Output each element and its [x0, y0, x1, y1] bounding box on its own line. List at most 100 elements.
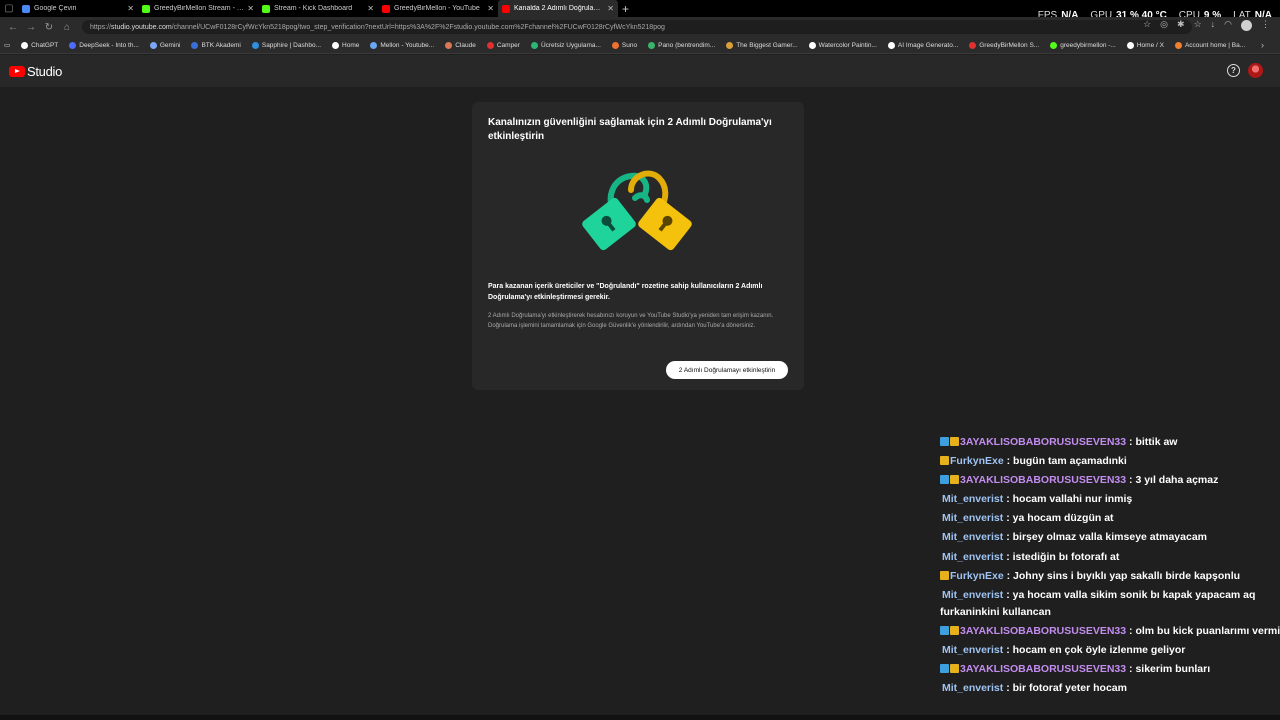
chat-text: hocam vallahi nur inmiş: [1012, 493, 1133, 506]
bookmark-item[interactable]: Home: [332, 41, 359, 49]
bookmark-label: DeepSeek - Into th...: [79, 41, 139, 49]
bookmark-favicon-icon: [191, 41, 199, 49]
browser-tab-active[interactable]: Kanalda 2 Adımlı Doğrulama - You✕: [498, 0, 618, 17]
tab-favicon-icon: [382, 4, 390, 13]
download-icon[interactable]: ↓: [1211, 19, 1216, 31]
tab-close-icon[interactable]: ✕: [487, 4, 494, 13]
youtube-studio-logo[interactable]: Studio: [9, 64, 62, 79]
bookmark-item[interactable]: ChatGPT: [21, 41, 58, 49]
bookmark-item[interactable]: Mellon - Youtube...: [370, 41, 434, 49]
tab-close-icon[interactable]: ✕: [367, 4, 374, 13]
bookmark-item[interactable]: The Biggest Gamer...: [726, 41, 798, 49]
home-icon[interactable]: ⌂: [58, 18, 76, 36]
chat-username[interactable]: Mit_enverist: [942, 644, 1003, 656]
bookmark-label: Gemini: [159, 41, 181, 49]
bookmarks-folder-icon[interactable]: ▭: [4, 41, 10, 49]
url-input[interactable]: https://studio.youtube.com/channel/UCwF0…: [82, 20, 1192, 34]
bookmark-item[interactable]: Camper: [486, 41, 520, 49]
bookmark-item[interactable]: Ücretsiz Uygulama...: [530, 41, 601, 49]
bookmark-star-icon[interactable]: ☆: [1143, 19, 1151, 31]
chat-username[interactable]: Mit_enverist: [942, 531, 1003, 543]
bookmark-item[interactable]: BTK Akademi: [191, 41, 241, 49]
bookmark-item[interactable]: GreedyBirMellon S...: [969, 41, 1039, 49]
browser-tab[interactable]: GreedyBirMellon Stream - Watch Li✕: [138, 0, 258, 17]
help-icon[interactable]: ?: [1227, 64, 1240, 77]
bookmark-item[interactable]: Suno: [611, 41, 637, 49]
bookmark-item[interactable]: Watercolor Paintin...: [808, 41, 877, 49]
chat-username[interactable]: Mit_enverist: [942, 493, 1003, 505]
extension-icon[interactable]: ◎: [1160, 19, 1168, 31]
back-icon[interactable]: ←: [4, 18, 22, 36]
bookmark-item[interactable]: Account home | Ba...: [1174, 41, 1245, 49]
browser-toolbar-right: ☆ ◎ ✱ ☆ ↓ ◠ ⋮: [1143, 19, 1270, 31]
chat-separator: :: [1003, 643, 1013, 656]
address-bar: ← → ↻ ⌂ https://studio.youtube.com/chann…: [0, 17, 1280, 37]
url-prefix: https://: [90, 23, 112, 31]
chat-username[interactable]: Mit_enverist: [942, 682, 1003, 694]
bookmark-item[interactable]: Pano (bentrendim...: [648, 41, 715, 49]
chat-username[interactable]: 3AYAKLISOBABORUSUSEVEN33: [960, 625, 1126, 637]
crown-badge-icon: [940, 456, 949, 466]
bookmark-favicon-icon: [887, 41, 895, 49]
bookmark-favicon-icon: [1050, 41, 1058, 49]
more-menu-icon[interactable]: ⋮: [1261, 19, 1270, 31]
chat-text: olm bu kick puanlarımı vermiyo: [1135, 624, 1280, 637]
chat-username[interactable]: 3AYAKLISOBABORUSUSEVEN33: [960, 436, 1126, 448]
favorites-icon[interactable]: ☆: [1194, 19, 1202, 31]
bookmark-item[interactable]: greedybirmellon -...: [1050, 41, 1116, 49]
bookmark-item[interactable]: Gemini: [149, 41, 181, 49]
bookmark-item[interactable]: AI Image Generato...: [887, 41, 958, 49]
chat-separator: :: [1003, 569, 1014, 582]
chat-text: Johny sins i bıyıklı yap sakallı birde k…: [1013, 569, 1241, 582]
browser-tab[interactable]: Stream - Kick Dashboard ✕: [258, 0, 378, 17]
bookmark-item[interactable]: Sapphire | Dashbo...: [251, 41, 321, 49]
bookmarks-more-icon[interactable]: ›: [1261, 40, 1264, 50]
chat-username[interactable]: Mit_enverist: [942, 512, 1003, 524]
tab-close-icon[interactable]: ✕: [607, 4, 614, 13]
tab-close-icon[interactable]: ✕: [127, 4, 134, 13]
bookmark-label: BTK Akademi: [201, 41, 241, 49]
bookmark-favicon-icon: [370, 41, 378, 49]
chat-username[interactable]: 3AYAKLISOBABORUSUSEVEN33: [960, 663, 1126, 675]
chat-text: sikerim bunları: [1135, 663, 1211, 676]
chat-username[interactable]: Mit_enverist: [942, 589, 1003, 601]
card-title: Kanalınızın güvenliğini sağlamak için 2 …: [488, 117, 772, 142]
chat-message: FurkynExe : Johny sins i bıyıklı yap sak…: [940, 568, 1280, 585]
bookmark-item[interactable]: Claude: [445, 41, 476, 49]
chat-username[interactable]: FurkynExe: [950, 570, 1004, 582]
profile-icon[interactable]: [1241, 20, 1252, 31]
bookmark-favicon-icon: [251, 41, 259, 49]
extensions-puzzle-icon[interactable]: ✱: [1177, 19, 1185, 31]
chat-username[interactable]: Mit_enverist: [942, 551, 1003, 563]
chat-text: bugün tam açamadınki: [1013, 455, 1127, 468]
crown-badge-icon: [950, 664, 959, 674]
chat-text: 3 yıl daha açmaz: [1135, 474, 1219, 487]
reload-icon[interactable]: ↻: [40, 18, 58, 36]
url-host: studio.youtube.com: [111, 23, 172, 31]
subscriber-badge-icon: [940, 437, 949, 446]
browser-tab[interactable]: Google Çeviri ✕: [18, 0, 138, 17]
bookmark-favicon-icon: [1126, 41, 1134, 49]
bookmark-item[interactable]: Home / X: [1126, 41, 1164, 49]
chat-text: hocam en çok öyle izlenme geliyor: [1012, 643, 1186, 656]
bookmark-favicon-icon: [69, 41, 77, 49]
avatar[interactable]: [1248, 63, 1263, 78]
enable-2sv-button[interactable]: 2 Adımlı Doğrulamayı etkinleştirin: [666, 361, 788, 379]
chat-separator: :: [1003, 531, 1013, 544]
chat-message: Mit_enverist : ya hocam düzgün at: [940, 510, 1280, 527]
chat-username[interactable]: 3AYAKLISOBABORUSUSEVEN33: [960, 474, 1126, 486]
chat-message: Mit_enverist : bir fotoraf yeter hocam: [940, 680, 1280, 697]
bookmark-favicon-icon: [530, 41, 538, 49]
wifi-icon[interactable]: ◠: [1224, 19, 1232, 31]
tab-close-icon[interactable]: ✕: [247, 4, 254, 13]
tab-favicon-icon: [142, 4, 150, 13]
browser-tab[interactable]: GreedyBirMellon - YouTube ✕: [378, 0, 498, 17]
bookmark-item[interactable]: DeepSeek - Into th...: [69, 41, 139, 49]
tab-actions-icon[interactable]: ▢: [0, 0, 18, 17]
tab-title: Stream - Kick Dashboard: [274, 5, 353, 12]
new-tab-button[interactable]: +: [622, 2, 629, 16]
forward-icon[interactable]: →: [22, 18, 40, 36]
bookmark-favicon-icon: [726, 41, 734, 49]
chat-username[interactable]: FurkynExe: [950, 455, 1004, 467]
chat-separator: :: [1003, 682, 1013, 695]
